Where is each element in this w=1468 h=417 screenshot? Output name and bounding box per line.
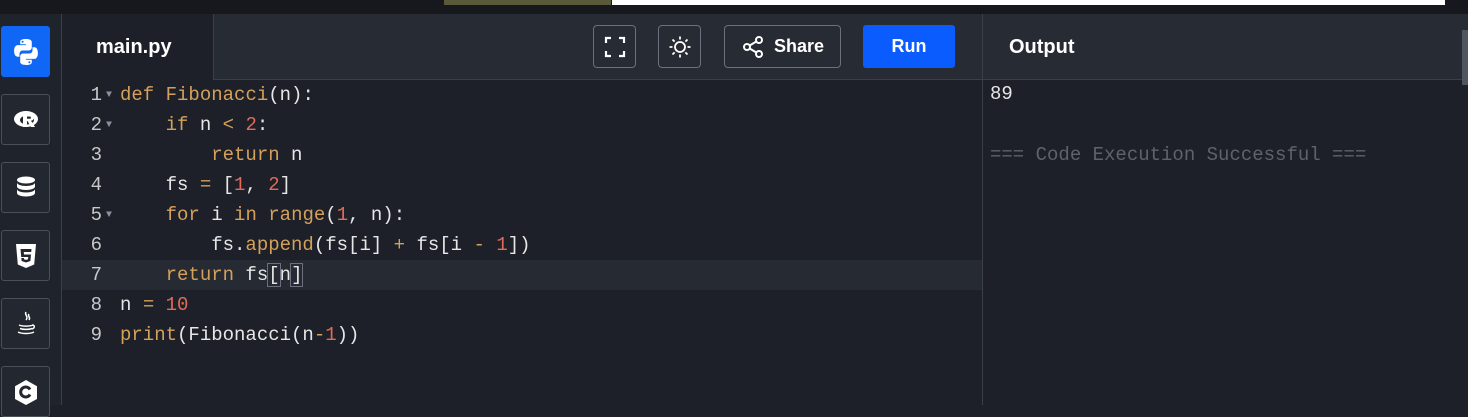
- java-icon: [17, 311, 35, 334]
- code-text: n = 10: [120, 294, 189, 316]
- code-editor[interactable]: 1 ▼ def Fibonacci(n): 2 ▼ if n < 2: 3 re…: [62, 80, 982, 405]
- c-icon: [14, 379, 37, 405]
- line-number: 5: [90, 204, 102, 226]
- code-text: fs = [1, 2]: [120, 174, 292, 196]
- fullscreen-icon: [604, 36, 625, 57]
- top-white-bar: [612, 0, 1445, 5]
- html5-language-button[interactable]: [1, 230, 50, 281]
- code-text: for i in range(1, n):: [165, 204, 406, 226]
- line-number: 7: [90, 264, 102, 286]
- line-number: 4: [90, 174, 102, 196]
- python-icon: [13, 38, 38, 65]
- fold-arrow-icon[interactable]: ▼: [102, 210, 120, 221]
- editor-header: main.py Share Run Output: [62, 14, 1468, 80]
- line-number: 1: [90, 84, 102, 106]
- run-button[interactable]: Run: [863, 25, 955, 68]
- output-result: 89: [990, 83, 1013, 105]
- sun-icon: [669, 36, 690, 57]
- code-line: 6 fs.append(fs[i] + fs[i - 1]): [62, 230, 982, 260]
- code-text: return fs[n]: [165, 263, 304, 287]
- share-button[interactable]: Share: [724, 25, 841, 68]
- line-number: 9: [90, 324, 102, 346]
- code-line: 5 ▼ for i in range(1, n):: [62, 200, 982, 230]
- code-text: print(Fibonacci(n-1)): [120, 324, 360, 346]
- fold-arrow-icon[interactable]: ▼: [102, 120, 120, 131]
- line-number: 6: [90, 234, 102, 256]
- line-number: 3: [90, 144, 102, 166]
- line-number: 8: [90, 294, 102, 316]
- scrollbar[interactable]: [1462, 30, 1468, 85]
- code-text: fs.append(fs[i] + fs[i - 1]): [120, 234, 531, 256]
- code-line: 3 return n: [62, 140, 982, 170]
- output-header: Output: [982, 14, 1468, 80]
- python-language-button[interactable]: [1, 26, 50, 77]
- sql-language-button[interactable]: [1, 162, 50, 213]
- browser-top-strip: [0, 0, 1468, 14]
- language-sidebar: [0, 14, 62, 417]
- code-line: 2 ▼ if n < 2:: [62, 110, 982, 140]
- run-label: Run: [891, 36, 927, 56]
- theme-toggle-button[interactable]: [658, 25, 701, 68]
- code-line-current: 7 return fs[n]: [62, 260, 982, 290]
- code-line: 8 n = 10: [62, 290, 982, 320]
- code-line: 9 print(Fibonacci(n-1)): [62, 320, 982, 350]
- output-status: === Code Execution Successful ===: [990, 144, 1367, 166]
- html5-icon: [15, 243, 36, 268]
- r-language-button[interactable]: [1, 94, 50, 145]
- code-line: 4 fs = [1, 2]: [62, 170, 982, 200]
- code-text: if n < 2:: [165, 114, 269, 136]
- database-icon: [16, 176, 35, 196]
- share-label: Share: [773, 36, 825, 56]
- file-tab[interactable]: main.py: [62, 14, 214, 80]
- c-language-button[interactable]: [1, 366, 50, 417]
- java-language-button[interactable]: [1, 298, 50, 349]
- file-tab-label: main.py: [96, 35, 172, 58]
- code-text: return n: [211, 144, 303, 166]
- fold-arrow-icon[interactable]: ▼: [102, 90, 120, 101]
- code-text: def Fibonacci(n):: [120, 84, 314, 106]
- code-line: 1 ▼ def Fibonacci(n):: [62, 80, 982, 110]
- fullscreen-button[interactable]: [593, 25, 636, 68]
- share-icon: [742, 35, 763, 58]
- r-icon: [13, 110, 38, 127]
- line-number: 2: [90, 114, 102, 136]
- output-panel: 89 === Code Execution Successful ===: [982, 80, 1468, 405]
- output-title: Output: [1009, 35, 1075, 58]
- top-thumbnail: [444, 0, 611, 5]
